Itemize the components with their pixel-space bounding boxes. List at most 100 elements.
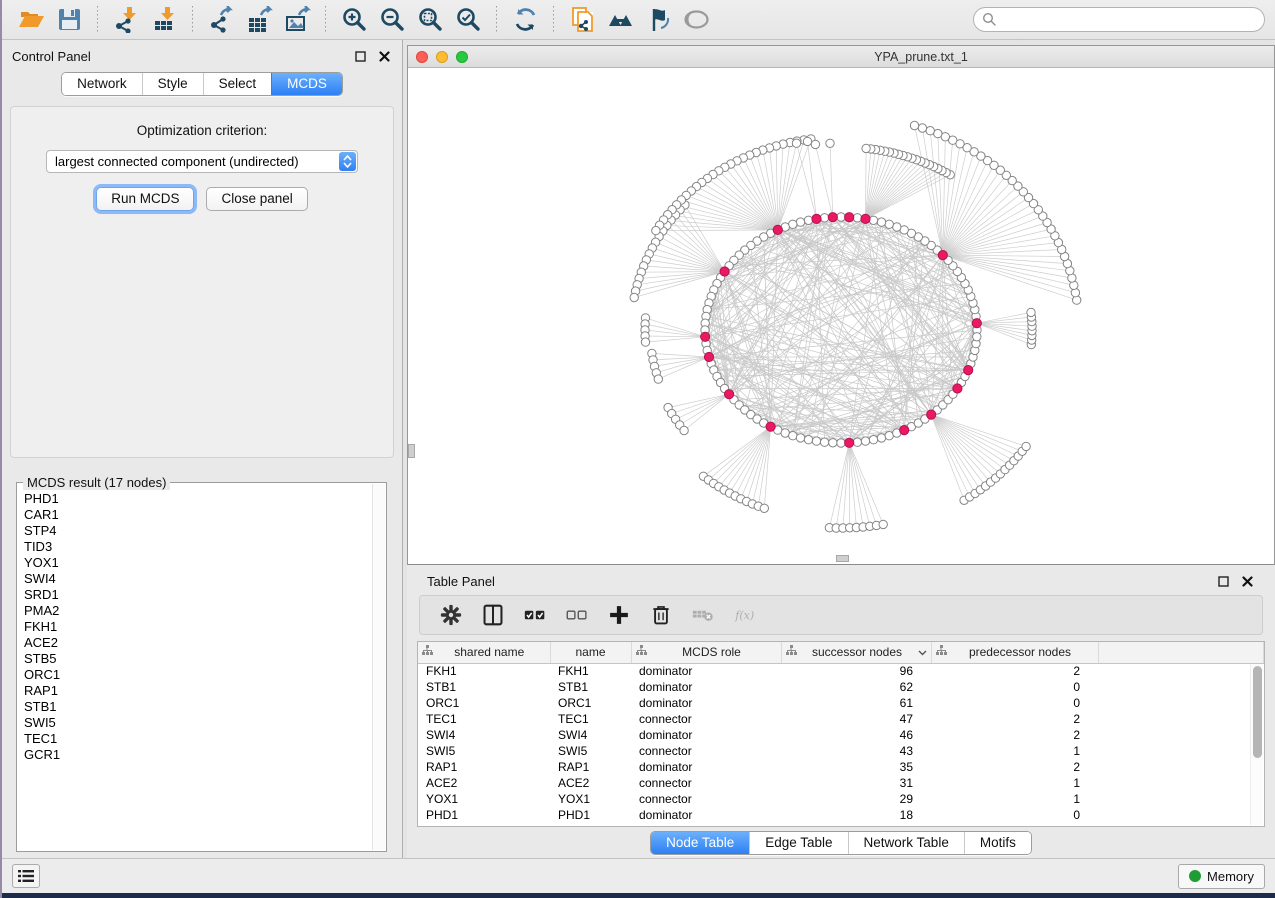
table-row[interactable]: TEC1TEC1connector472 bbox=[418, 711, 1264, 727]
select-all-rows-icon[interactable] bbox=[520, 600, 550, 630]
network-hub-node[interactable] bbox=[845, 438, 854, 447]
table-cell[interactable]: PHD1 bbox=[418, 807, 550, 823]
network-hub-node[interactable] bbox=[861, 214, 870, 223]
delete-rows-icon[interactable] bbox=[646, 600, 676, 630]
network-node[interactable] bbox=[804, 436, 812, 444]
network-hub-node[interactable] bbox=[701, 332, 710, 341]
table-cell[interactable]: PHD1 bbox=[550, 807, 631, 823]
table-row[interactable]: ACE2ACE2connector311 bbox=[418, 775, 1264, 791]
table-cell[interactable]: 2 bbox=[931, 727, 1098, 743]
network-node[interactable] bbox=[1027, 308, 1035, 316]
import-table-icon[interactable] bbox=[148, 4, 180, 36]
table-cell[interactable]: dominator bbox=[631, 679, 781, 695]
network-node[interactable] bbox=[796, 218, 804, 226]
table-cell[interactable]: TEC1 bbox=[550, 711, 631, 727]
table-cell[interactable]: 35 bbox=[781, 759, 931, 775]
network-node[interactable] bbox=[869, 436, 877, 444]
network-node[interactable] bbox=[879, 520, 887, 528]
table-tab-motifs[interactable]: Motifs bbox=[964, 832, 1031, 854]
network-hub-node[interactable] bbox=[900, 426, 909, 435]
mcds-result-node[interactable]: GCR1 bbox=[24, 747, 386, 763]
mcds-result-node[interactable]: YOX1 bbox=[24, 555, 386, 571]
table-cell[interactable]: ORC1 bbox=[418, 695, 550, 711]
chevron-down-icon[interactable] bbox=[918, 645, 927, 659]
deselect-all-rows-icon[interactable] bbox=[562, 600, 592, 630]
network-hub-node[interactable] bbox=[725, 390, 734, 399]
export-table-icon[interactable] bbox=[243, 4, 275, 36]
network-node[interactable] bbox=[861, 437, 869, 445]
network-horizontal-scrollbar[interactable] bbox=[836, 555, 849, 562]
table-cell[interactable]: dominator bbox=[631, 759, 781, 775]
network-node[interactable] bbox=[803, 137, 811, 145]
network-hub-node[interactable] bbox=[953, 384, 962, 393]
close-panel-button[interactable]: Close panel bbox=[206, 187, 307, 211]
table-cell[interactable]: 46 bbox=[781, 727, 931, 743]
table-cell[interactable]: dominator bbox=[631, 727, 781, 743]
table-row[interactable]: ORC1ORC1dominator610 bbox=[418, 695, 1264, 711]
table-cell[interactable]: connector bbox=[631, 791, 781, 807]
search-input[interactable] bbox=[973, 7, 1265, 32]
mcds-result-node[interactable]: PHD1 bbox=[24, 491, 386, 507]
mcds-result-node[interactable]: STP4 bbox=[24, 523, 386, 539]
mcds-result-node[interactable]: TID3 bbox=[24, 539, 386, 555]
network-hub-node[interactable] bbox=[720, 267, 729, 276]
table-cell[interactable]: connector bbox=[631, 775, 781, 791]
mcds-result-node[interactable]: SWI4 bbox=[24, 571, 386, 587]
mcds-result-node[interactable]: ACE2 bbox=[24, 635, 386, 651]
network-canvas[interactable] bbox=[408, 68, 1274, 564]
split-panel-icon[interactable] bbox=[478, 600, 508, 630]
network-hub-node[interactable] bbox=[766, 422, 775, 431]
network-node[interactable] bbox=[812, 437, 820, 445]
table-settings-icon[interactable] bbox=[436, 600, 466, 630]
export-network-icon[interactable] bbox=[205, 4, 237, 36]
table-cell[interactable]: dominator bbox=[631, 663, 781, 679]
table-cell[interactable]: 96 bbox=[781, 663, 931, 679]
network-node[interactable] bbox=[1022, 442, 1030, 450]
table-scrollbar-track[interactable] bbox=[1250, 664, 1263, 825]
network-hub-node[interactable] bbox=[845, 213, 854, 222]
network-hub-node[interactable] bbox=[773, 225, 782, 234]
mcds-result-node[interactable]: RAP1 bbox=[24, 683, 386, 699]
zoom-selected-icon[interactable] bbox=[452, 4, 484, 36]
table-cell[interactable]: connector bbox=[631, 743, 781, 759]
table-cell[interactable]: 2 bbox=[931, 711, 1098, 727]
table-cell[interactable]: 1 bbox=[931, 743, 1098, 759]
network-node[interactable] bbox=[820, 214, 828, 222]
zoom-fit-icon[interactable] bbox=[414, 4, 446, 36]
table-cell[interactable]: 0 bbox=[931, 679, 1098, 695]
table-cell[interactable]: 1 bbox=[931, 775, 1098, 791]
import-network-icon[interactable] bbox=[110, 4, 142, 36]
table-cell[interactable]: 1 bbox=[931, 791, 1098, 807]
show-panel-list-button[interactable] bbox=[12, 864, 40, 888]
table-cell[interactable]: 29 bbox=[781, 791, 931, 807]
network-node[interactable] bbox=[654, 375, 662, 383]
open-file-icon[interactable] bbox=[15, 4, 47, 36]
table-cell[interactable]: RAP1 bbox=[418, 759, 550, 775]
network-hub-node[interactable] bbox=[927, 410, 936, 419]
network-node[interactable] bbox=[641, 338, 649, 346]
network-node[interactable] bbox=[885, 220, 893, 228]
table-row[interactable]: RAP1RAP1dominator352 bbox=[418, 759, 1264, 775]
table-cell[interactable]: TEC1 bbox=[418, 711, 550, 727]
table-cell[interactable]: SWI4 bbox=[550, 727, 631, 743]
hide-selected-icon[interactable] bbox=[642, 4, 674, 36]
mcds-result-node[interactable]: STB1 bbox=[24, 699, 386, 715]
table-row[interactable]: STB1STB1dominator620 bbox=[418, 679, 1264, 695]
mcds-result-node[interactable]: SRD1 bbox=[24, 587, 386, 603]
refresh-layout-icon[interactable] bbox=[509, 4, 541, 36]
zoom-in-icon[interactable] bbox=[338, 4, 370, 36]
network-node[interactable] bbox=[630, 293, 638, 301]
table-cell[interactable]: SWI5 bbox=[418, 743, 550, 759]
table-row[interactable]: SWI5SWI5connector431 bbox=[418, 743, 1264, 759]
network-node[interactable] bbox=[760, 504, 768, 512]
table-row[interactable]: YOX1YOX1connector291 bbox=[418, 791, 1264, 807]
tab-network[interactable]: Network bbox=[62, 73, 142, 95]
column-header-name[interactable]: name bbox=[550, 642, 631, 663]
table-row[interactable]: FKH1FKH1dominator962 bbox=[418, 663, 1264, 679]
network-node[interactable] bbox=[820, 438, 828, 446]
table-cell[interactable]: FKH1 bbox=[418, 663, 550, 679]
mcds-result-node[interactable]: FKH1 bbox=[24, 619, 386, 635]
zoom-out-icon[interactable] bbox=[376, 4, 408, 36]
table-cell[interactable]: SWI5 bbox=[550, 743, 631, 759]
network-node[interactable] bbox=[862, 144, 870, 152]
